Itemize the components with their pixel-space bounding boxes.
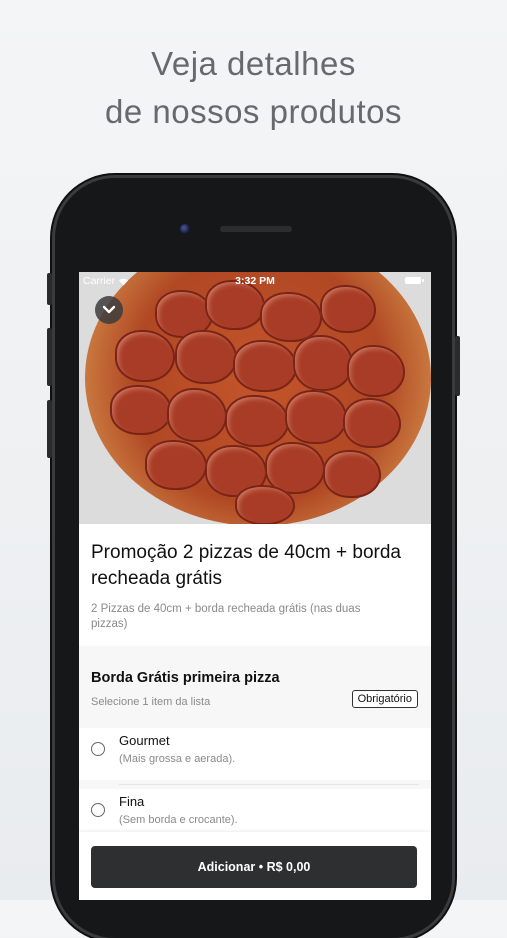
option-description: (Mais grossa e aerada). — [119, 753, 236, 765]
option-divider — [119, 784, 419, 785]
option-name: Gourmet — [119, 733, 170, 748]
marketing-headline: Veja detalhes de nossos produtos — [0, 40, 507, 136]
option-description: (Sem borda e crocante). — [119, 814, 238, 826]
option-group: Borda Grátis primeira pizza Selecione 1 … — [79, 646, 431, 856]
radio-button[interactable] — [91, 803, 105, 817]
footer-bar: Adicionar • R$ 0,00 — [79, 832, 431, 900]
mute-switch — [47, 273, 52, 305]
product-image — [79, 272, 431, 524]
option-name: Fina — [119, 794, 145, 809]
battery-icon — [405, 277, 424, 284]
product-title: Promoção 2 pizzas de 40cm + borda rechea… — [91, 542, 401, 589]
option-item-gourmet[interactable]: Gourmet (Mais grossa e aerada). — [79, 728, 431, 780]
volume-down-button — [47, 400, 52, 458]
front-camera — [180, 224, 190, 234]
chevron-down-icon — [102, 305, 116, 314]
power-button — [455, 336, 460, 396]
pizza-photo — [85, 272, 431, 524]
option-group-subtitle: Selecione 1 item da lista — [91, 696, 211, 708]
add-to-cart-button[interactable]: Adicionar • R$ 0,00 — [91, 846, 417, 888]
required-badge: Obrigatório — [351, 690, 418, 708]
headline-line-1: Veja detalhes — [151, 45, 356, 82]
status-bar: Carrier 3:32 PM — [79, 272, 431, 290]
product-description: 2 Pizzas de 40cm + borda recheada grátis… — [91, 603, 361, 630]
status-time: 3:32 PM — [235, 275, 275, 287]
radio-button[interactable] — [91, 742, 105, 756]
option-group-title: Borda Grátis primeira pizza — [91, 670, 280, 686]
earpiece-speaker — [220, 226, 292, 232]
phone-screen: Carrier 3:32 PM Promoção 2 pizzas de 40c… — [79, 272, 431, 900]
volume-up-button — [47, 328, 52, 386]
collapse-button[interactable] — [95, 296, 123, 324]
headline-line-2: de nossos produtos — [104, 93, 403, 130]
